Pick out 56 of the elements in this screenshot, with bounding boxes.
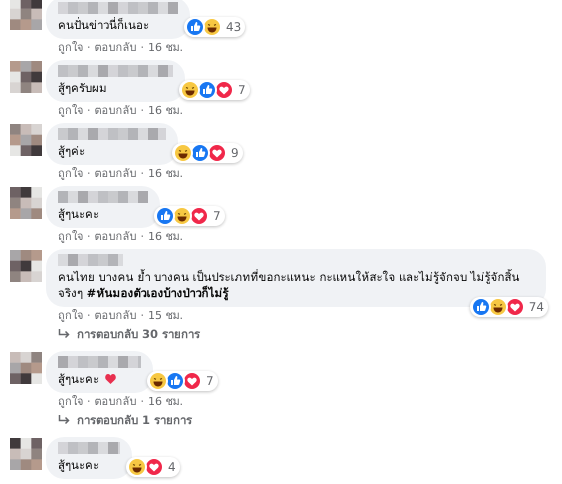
separator-dot: · [140, 230, 144, 242]
separator-dot: · [140, 394, 144, 408]
reaction-badge[interactable]: 43 [184, 17, 246, 37]
action-link[interactable]: ถูกใจ [58, 38, 83, 56]
action-link[interactable]: ถูกใจ [58, 164, 83, 182]
reaction-count: 74 [528, 300, 544, 314]
reaction-badge[interactable]: 4 [126, 457, 180, 477]
comment-text: คนปั่นข่าวนี่ก็เนอะ [58, 17, 149, 33]
separator-dot: · [87, 230, 90, 242]
reaction-count: 7 [206, 374, 214, 388]
reaction-count: 7 [238, 83, 246, 97]
timestamp: 16 ชม. [148, 103, 183, 119]
view-replies-link[interactable]: การตอบกลับ 30 รายการ [77, 325, 200, 343]
reaction-badge[interactable]: 7 [154, 206, 225, 226]
separator-dot: · [140, 308, 144, 322]
action-link[interactable]: ถูกใจ [58, 392, 83, 410]
comment-text: สู้ๆนะคะ [58, 457, 99, 473]
action-link[interactable]: ตอบกลับ [94, 227, 136, 245]
action-link[interactable]: ตอบกลับ [94, 392, 136, 410]
reaction-count: 43 [226, 20, 242, 34]
reaction-count: 9 [231, 146, 239, 160]
action-link[interactable]: ตอบกลับ [94, 38, 136, 56]
comment-text: สู้ๆครับผม [58, 80, 107, 96]
action-link[interactable]: ถูกใจ [58, 306, 83, 324]
reaction-count: 4 [168, 460, 176, 474]
separator-dot: · [87, 40, 90, 54]
separator-dot: · [87, 308, 90, 322]
comment-text: สู้ๆนะคะ [58, 206, 99, 222]
reaction-badge[interactable]: 7 [179, 80, 250, 100]
timestamp: 16 ชม. [148, 394, 183, 410]
blurred-name [58, 254, 123, 266]
action-link[interactable]: ตอบกลับ [94, 101, 136, 119]
reply-arrow-icon [58, 414, 71, 426]
separator-dot: · [87, 166, 90, 180]
action-link[interactable]: ตอบกลับ [94, 164, 136, 182]
separator-dot: · [140, 104, 144, 116]
separator-dot: · [140, 40, 144, 54]
view-replies-link[interactable]: การตอบกลับ 1 รายการ [77, 411, 192, 429]
timestamp: 16 ชม. [148, 40, 183, 56]
separator-dot: · [140, 166, 144, 180]
action-link[interactable]: ตอบกลับ [94, 306, 136, 324]
comment-text: สู้ๆค่ะ [58, 143, 85, 159]
action-link[interactable]: ถูกใจ [58, 101, 83, 119]
separator-dot: · [87, 104, 90, 116]
reaction-badge[interactable]: 7 [147, 371, 218, 391]
timestamp: 16 ชม. [148, 229, 183, 245]
reaction-badge[interactable]: 74 [470, 297, 548, 317]
action-link[interactable]: ถูกใจ [58, 227, 83, 245]
reaction-badge[interactable]: 9 [172, 143, 243, 163]
reaction-count: 7 [213, 209, 221, 223]
comment-text: สู้ๆนะคะ [58, 371, 99, 387]
blurred-name [58, 442, 120, 454]
timestamp: 16 ชม. [148, 166, 183, 182]
reply-arrow-icon [58, 328, 71, 340]
separator-dot: · [87, 394, 90, 408]
timestamp: 15 ชม. [148, 308, 183, 324]
